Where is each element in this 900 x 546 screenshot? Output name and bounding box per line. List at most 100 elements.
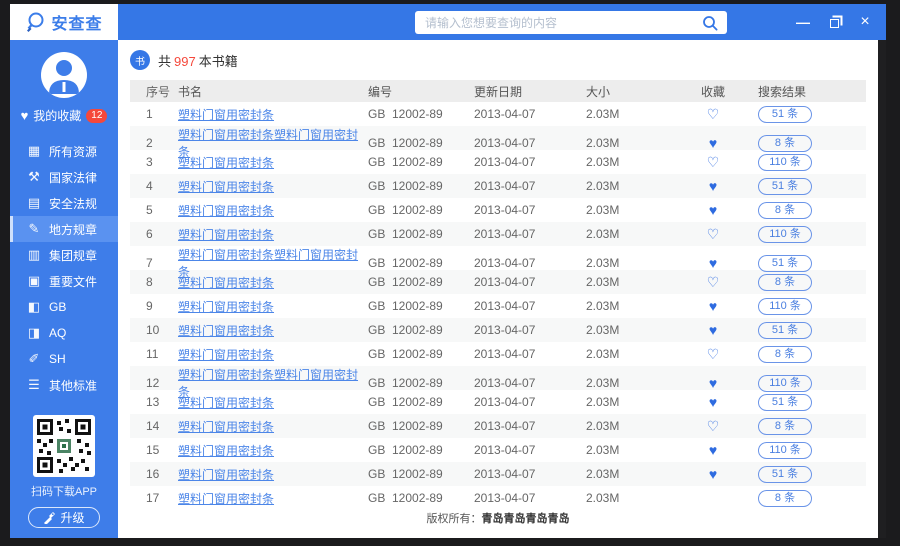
favorite-heart-icon[interactable]: ♡ xyxy=(707,154,720,170)
search-results-pill[interactable]: 8 条 xyxy=(758,418,812,435)
update-date: 2013-04-07 xyxy=(464,491,576,505)
sidebar-item-label: 集团规章 xyxy=(49,247,97,264)
favorite-heart-icon[interactable]: ♥ xyxy=(709,135,717,151)
book-name-cell: 塑料门窗用密封条 xyxy=(178,466,368,483)
search-results-pill[interactable]: 110 条 xyxy=(758,298,812,315)
my-favorites[interactable]: ♥ 我的收藏 12 xyxy=(21,107,108,124)
favorite-heart-icon[interactable]: ♥ xyxy=(709,394,717,410)
search-results-pill[interactable]: 110 条 xyxy=(758,442,812,459)
restore-button[interactable] xyxy=(827,15,841,29)
favorite-cell: ♡ xyxy=(676,154,750,171)
search-results-pill[interactable]: 110 条 xyxy=(758,154,812,171)
favorite-heart-icon[interactable]: ♥ xyxy=(709,255,717,271)
book-name-link[interactable]: 塑料门窗用密封条 xyxy=(178,324,274,338)
results-cell: 110 条 xyxy=(750,298,866,315)
row-number: 13 xyxy=(130,395,178,409)
table-row: 10 塑料门窗用密封条 GB 12002-89 2013-04-07 2.03M… xyxy=(130,318,866,342)
book-name-link[interactable]: 塑料门窗用密封条 xyxy=(178,348,274,362)
book-name-link[interactable]: 塑料门窗用密封条 xyxy=(178,492,274,506)
search-results-pill[interactable]: 51 条 xyxy=(758,466,812,483)
search-results-pill[interactable]: 8 条 xyxy=(758,346,812,363)
search-results-pill[interactable]: 8 条 xyxy=(758,490,812,507)
book-name-link[interactable]: 塑料门窗用密封条 xyxy=(178,228,274,242)
file-size: 2.03M xyxy=(576,227,676,241)
search-results-pill[interactable]: 51 条 xyxy=(758,178,812,195)
book-name-link[interactable]: 塑料门窗用密封条 xyxy=(178,468,274,482)
file-size: 2.03M xyxy=(576,107,676,121)
favorite-heart-icon[interactable]: ♡ xyxy=(707,106,720,122)
results-cell: 51 条 xyxy=(750,394,866,411)
sidebar-item-9[interactable]: ✐ SH xyxy=(10,346,118,372)
book-name-link[interactable]: 塑料门窗用密封条 xyxy=(178,444,274,458)
favorite-heart-icon[interactable]: ♥ xyxy=(709,442,717,458)
minimize-button[interactable]: — xyxy=(796,15,810,29)
book-name-link[interactable]: 塑料门窗用密封条 xyxy=(178,180,274,194)
book-name-link[interactable]: 塑料门窗用密封条 xyxy=(178,420,274,434)
search-results-pill[interactable]: 8 条 xyxy=(758,202,812,219)
search-results-pill[interactable]: 110 条 xyxy=(758,375,812,392)
update-date: 2013-04-07 xyxy=(464,179,576,193)
search-results-pill[interactable]: 51 条 xyxy=(758,322,812,339)
favorite-heart-icon[interactable]: ♥ xyxy=(709,466,717,482)
row-number: 7 xyxy=(130,256,178,270)
sidebar-item-4[interactable]: ✎ 地方规章 xyxy=(10,216,118,242)
favorite-heart-icon[interactable]: ♥ xyxy=(709,178,717,194)
upgrade-button[interactable]: 升级 xyxy=(28,507,100,528)
update-date: 2013-04-07 xyxy=(464,347,576,361)
table-row: 15 塑料门窗用密封条 GB 12002-89 2013-04-07 2.03M… xyxy=(130,438,866,462)
book-name-link[interactable]: 塑料门窗用密封条 xyxy=(178,156,274,170)
favorite-cell: ♥ xyxy=(676,442,750,458)
sidebar-item-7[interactable]: ◧ GB xyxy=(10,294,118,320)
table-row: 13 塑料门窗用密封条 GB 12002-89 2013-04-07 2.03M… xyxy=(130,390,866,414)
copyright-owner: 青岛青岛青岛青岛 xyxy=(482,513,570,525)
favorite-cell: ♥ xyxy=(676,178,750,194)
book-name-cell: 塑料门窗用密封条 xyxy=(178,298,368,315)
search-results-pill[interactable]: 51 条 xyxy=(758,394,812,411)
favorite-heart-icon[interactable]: ♥ xyxy=(709,298,717,314)
search-input[interactable] xyxy=(415,16,693,30)
upgrade-label: 升级 xyxy=(60,509,84,526)
update-date: 2013-04-07 xyxy=(464,395,576,409)
favorites-count-badge: 12 xyxy=(86,109,107,123)
main-content: 书 共997本书籍 序号书名编号更新日期大小收藏搜索结果 1 塑料门窗用密封条 … xyxy=(118,40,878,538)
scrollbar[interactable] xyxy=(878,40,886,538)
favorite-heart-icon[interactable]: ♥ xyxy=(709,322,717,338)
sidebar-item-8[interactable]: ◨ AQ xyxy=(10,320,118,346)
book-name-link[interactable]: 塑料门窗用密封条 xyxy=(178,108,274,122)
results-cell: 110 条 xyxy=(750,154,866,171)
file-size: 2.03M xyxy=(576,155,676,169)
favorite-heart-icon[interactable]: ♥ xyxy=(709,375,717,391)
book-name-link[interactable]: 塑料门窗用密封条 xyxy=(178,396,274,410)
sidebar: 安查查 ♥ 我的收藏 12 ▦ 所有资源 ⚒ 国家法律 ▤ 安全法规 ✎ xyxy=(10,4,118,538)
search-results-pill[interactable]: 51 条 xyxy=(758,106,812,123)
gavel-icon: ⚒ xyxy=(27,169,41,185)
sidebar-item-1[interactable]: ▦ 所有资源 xyxy=(10,138,118,164)
results-cell: 51 条 xyxy=(750,106,866,123)
avatar[interactable] xyxy=(41,52,87,98)
sidebar-item-6[interactable]: ▣ 重要文件 xyxy=(10,268,118,294)
row-number: 12 xyxy=(130,376,178,390)
favorite-heart-icon[interactable]: ♥ xyxy=(709,202,717,218)
file-size: 2.03M xyxy=(576,179,676,193)
sidebar-item-3[interactable]: ▤ 安全法规 xyxy=(10,190,118,216)
search-results-pill[interactable]: 8 条 xyxy=(758,274,812,291)
sidebar-item-10[interactable]: ☰ 其他标准 xyxy=(10,372,118,398)
book-name-link[interactable]: 塑料门窗用密封条 xyxy=(178,300,274,314)
favorite-heart-icon[interactable]: ♡ xyxy=(707,418,720,434)
search-results-pill[interactable]: 8 条 xyxy=(758,135,812,152)
favorite-heart-icon[interactable]: ♡ xyxy=(707,226,720,242)
book-name-cell: 塑料门窗用密封条 xyxy=(178,394,368,411)
book-name-link[interactable]: 塑料门窗用密封条 xyxy=(178,276,274,290)
list-icon: ☰ xyxy=(27,377,41,393)
sidebar-item-2[interactable]: ⚒ 国家法律 xyxy=(10,164,118,190)
close-button[interactable]: × xyxy=(858,15,872,29)
favorite-heart-icon[interactable]: ♡ xyxy=(707,346,720,362)
search-results-pill[interactable]: 110 条 xyxy=(758,226,812,243)
book-name-link[interactable]: 塑料门窗用密封条 xyxy=(178,204,274,218)
search-button[interactable] xyxy=(693,11,727,34)
search-results-pill[interactable]: 51 条 xyxy=(758,255,812,272)
sidebar-item-5[interactable]: ▥ 集团规章 xyxy=(10,242,118,268)
favorite-cell: ♥ xyxy=(676,394,750,410)
file-size: 2.03M xyxy=(576,275,676,289)
favorite-heart-icon[interactable]: ♡ xyxy=(707,274,720,290)
